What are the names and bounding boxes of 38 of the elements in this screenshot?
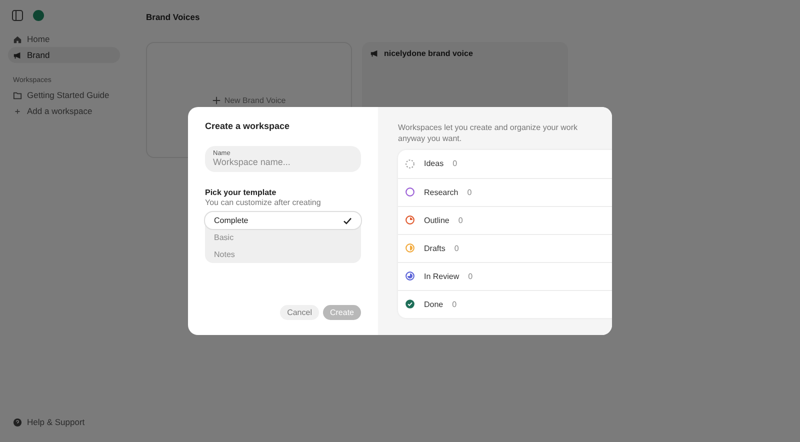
status-label: Done bbox=[424, 300, 444, 309]
folder-icon bbox=[13, 90, 22, 100]
template-option[interactable]: Notes bbox=[205, 246, 361, 263]
page-title: Brand Voices bbox=[146, 12, 201, 22]
sidebar-item[interactable]: Home bbox=[8, 31, 120, 47]
home-icon bbox=[13, 34, 22, 44]
name-input[interactable]: Workspace name... bbox=[213, 157, 353, 167]
megaphone-icon bbox=[13, 50, 22, 60]
status-count: 0 bbox=[467, 188, 472, 197]
status-label: Ideas bbox=[424, 159, 444, 168]
status-count: 0 bbox=[454, 244, 459, 253]
help-link[interactable]: Help & Support bbox=[8, 414, 120, 430]
template-hint: You can customize after creating bbox=[205, 198, 322, 207]
status-count: 0 bbox=[458, 216, 463, 225]
template-option[interactable]: Basic bbox=[205, 229, 361, 246]
status-label: In Review bbox=[424, 272, 460, 281]
workspace-item[interactable]: Add a workspace bbox=[8, 103, 120, 119]
workspace-item[interactable]: Getting Started Guide bbox=[8, 87, 120, 103]
check-icon bbox=[343, 216, 352, 224]
status-label: Research bbox=[424, 188, 458, 197]
template-option[interactable]: Complete bbox=[205, 212, 361, 229]
plus-icon bbox=[13, 106, 22, 116]
status-label: Outline bbox=[424, 216, 450, 225]
help-icon bbox=[13, 418, 22, 426]
sidebar-item[interactable]: Brand bbox=[8, 47, 120, 63]
status-count: 0 bbox=[452, 159, 458, 168]
plus-icon bbox=[212, 96, 222, 105]
status-label: Drafts bbox=[424, 244, 446, 253]
template-heading: Pick your template bbox=[205, 188, 278, 197]
megaphone-icon bbox=[370, 49, 379, 58]
status-count: 0 bbox=[452, 300, 457, 309]
dialog-title: Create a workspace bbox=[205, 121, 291, 131]
sidebar-toggle-icon[interactable] bbox=[12, 10, 23, 21]
avatar[interactable] bbox=[33, 10, 44, 21]
cancel-button[interactable]: Cancel bbox=[280, 305, 319, 320]
new-brand-voice-button[interactable]: New Brand Voice bbox=[206, 95, 292, 106]
status-count: 0 bbox=[468, 272, 473, 281]
card-title: nicelydone brand voice bbox=[384, 49, 473, 58]
